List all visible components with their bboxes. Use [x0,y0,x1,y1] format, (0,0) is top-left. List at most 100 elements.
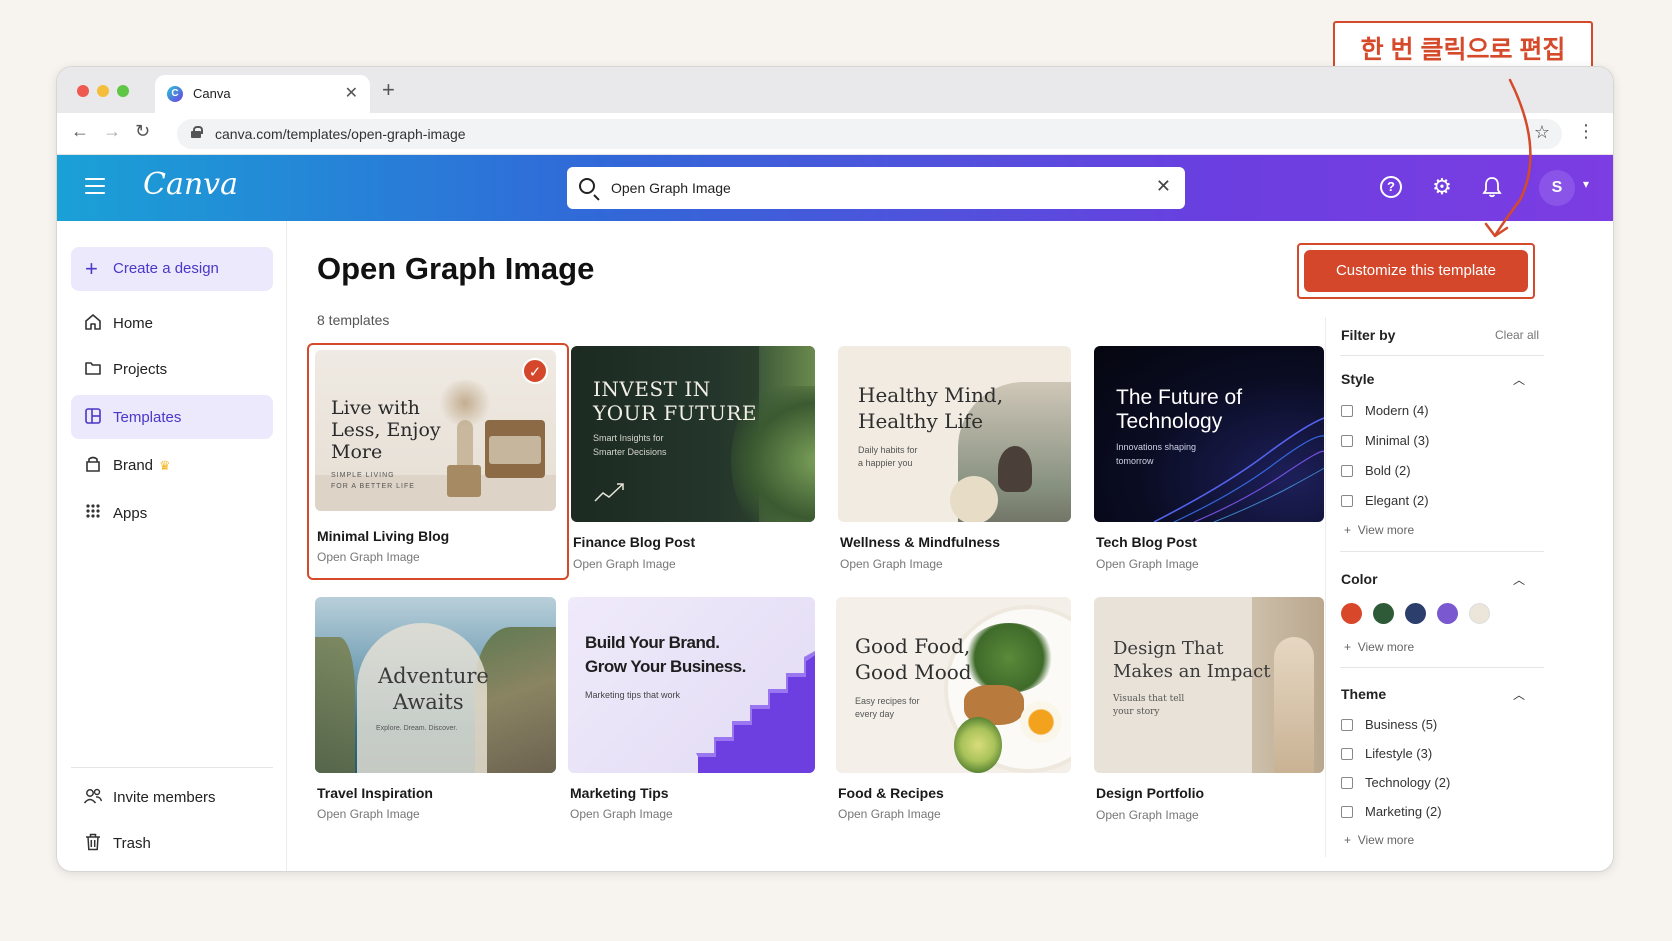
bookmark-star-icon[interactable]: ☆ [1534,122,1550,143]
template-thumbnail[interactable]: Adventure Awaits Explore. Dream. Discove… [315,597,556,773]
thumb-small-2: tomorrow [1116,456,1154,466]
filter-option-elegant[interactable]: Elegant (2) [1341,493,1429,508]
reload-icon[interactable]: ↻ [135,121,150,142]
chevron-up-icon[interactable]: ︿ [1513,571,1525,588]
filter-option-technology[interactable]: Technology (2) [1341,775,1450,790]
chevron-up-icon[interactable]: ︿ [1513,371,1525,388]
help-icon[interactable]: ? [1380,176,1402,198]
filter-option-label: Minimal (3) [1365,433,1430,448]
thumb-small-2: every day [855,709,895,719]
maximize-window-button[interactable] [117,85,129,97]
address-bar: ← → ↻ canva.com/templates/open-graph-ima… [57,113,1613,155]
search-bar[interactable]: Open Graph Image ✕ [567,167,1185,209]
template-thumbnail[interactable]: Design That Makes an Impact Visuals that… [1094,597,1324,773]
page-title: Open Graph Image [317,251,595,286]
template-thumbnail[interactable]: INVEST IN YOUR FUTURE Smart Insights for… [571,346,815,522]
thumb-line-1: Live with [331,397,420,419]
thumb-line-1: The Future of [1116,386,1243,409]
back-arrow-icon[interactable]: ← [71,121,89,142]
hamburger-menu-icon[interactable] [85,178,105,194]
filter-option-marketing[interactable]: Marketing (2) [1341,804,1442,819]
filter-option-modern[interactable]: Modern (4) [1341,403,1429,418]
template-thumbnail[interactable]: Build Your Brand. Grow Your Business. Ma… [568,597,815,773]
chevron-down-icon[interactable]: ▾ [1583,177,1589,191]
floor-shape [315,475,556,511]
color-swatch-cream[interactable] [1469,603,1490,624]
thumb-line-1: Good Food, [855,634,971,658]
filter-divider [1340,355,1544,356]
sidebar-item-apps[interactable]: Apps [71,491,273,535]
template-thumbnail[interactable]: Good Food, Good Mood Easy recipes for ev… [836,597,1071,773]
filter-option-business[interactable]: Business (5) [1341,717,1437,732]
browser-menu-icon[interactable]: ⋮ [1577,122,1595,140]
sidebar-item-brand[interactable]: Brand ♛ [71,443,273,487]
avocado-shape [954,717,1002,773]
template-thumbnail[interactable]: Healthy Mind, Healthy Life Daily habits … [838,346,1071,522]
checkbox[interactable] [1341,465,1353,477]
new-tab-icon[interactable]: + [382,77,395,103]
minimize-window-button[interactable] [97,85,109,97]
template-subtitle: Open Graph Image [573,557,676,571]
clear-all-link[interactable]: Clear all [1495,328,1539,342]
checkbox[interactable] [1341,405,1353,417]
template-thumbnail[interactable]: Live with Less, Enjoy More SIMPLE LIVING… [315,350,556,511]
filter-divider [1340,667,1544,668]
sidebar-item-label: Home [113,315,154,332]
trend-line-icon [594,483,624,502]
sidebar-item-trash[interactable]: Trash [71,821,273,865]
filter-option-lifestyle[interactable]: Lifestyle (3) [1341,746,1432,761]
create-design-button[interactable]: + Create a design [71,247,273,291]
canva-logo[interactable]: Canva [143,167,238,202]
tab-close-icon[interactable]: ✕ [345,83,358,103]
filter-option-label: Modern (4) [1365,403,1429,418]
filter-divider [1340,551,1544,552]
checkbox[interactable] [1341,748,1353,760]
template-thumbnail[interactable]: The Future of Technology Innovations sha… [1094,346,1324,522]
view-more-color-link[interactable]: + View more [1344,640,1414,654]
search-input[interactable]: Open Graph Image [611,180,731,196]
meditating-person-shape [998,446,1032,492]
color-swatch-purple[interactable] [1437,603,1458,624]
thumb-line-2: Technology [1116,410,1223,433]
sidebar: + Create a design Home Projects Template… [57,221,287,871]
filter-option-bold[interactable]: Bold (2) [1341,463,1411,478]
search-icon [579,178,595,194]
filter-option-minimal[interactable]: Minimal (3) [1341,433,1429,448]
thumb-line-1: Design That [1113,638,1224,659]
view-more-label: View more [1357,523,1415,537]
clear-search-icon[interactable]: ✕ [1156,176,1171,197]
view-more-style-link[interactable]: + View more [1344,523,1414,537]
sidebar-item-projects[interactable]: Projects [71,347,273,391]
template-title: Travel Inspiration [317,785,433,801]
filter-option-label: Lifestyle (3) [1365,746,1433,761]
sidebar-item-templates[interactable]: Templates [71,395,273,439]
close-window-button[interactable] [77,85,89,97]
color-swatch-green[interactable] [1373,603,1394,624]
url-field[interactable]: canva.com/templates/open-graph-image ☆ [177,119,1562,149]
template-subtitle: Open Graph Image [840,557,943,571]
color-swatch-navy[interactable] [1405,603,1426,624]
forward-arrow-icon[interactable]: → [103,121,121,142]
dried-plant-shape [437,380,493,426]
filter-section-theme[interactable]: Theme [1341,686,1386,702]
sidebar-item-invite-members[interactable]: Invite members [71,775,273,819]
gear-icon[interactable]: ⚙ [1431,176,1453,198]
sidebar-item-home[interactable]: Home [71,301,273,345]
checkbox[interactable] [1341,495,1353,507]
customize-template-button[interactable]: Customize this template [1304,250,1528,292]
browser-tab[interactable]: C Canva ✕ [155,75,370,113]
filter-section-color[interactable]: Color [1341,571,1378,587]
checkbox[interactable] [1341,806,1353,818]
checkbox[interactable] [1341,719,1353,731]
checkbox[interactable] [1341,435,1353,447]
sidebar-item-label: Projects [113,361,168,378]
color-swatch-red[interactable] [1341,603,1362,624]
user-avatar[interactable]: S [1539,170,1575,206]
chevron-up-icon[interactable]: ︿ [1513,686,1525,703]
filter-section-style[interactable]: Style [1341,371,1374,387]
checkbox[interactable] [1341,777,1353,789]
thumb-small-1: Daily habits for [858,445,918,455]
bell-icon[interactable] [1481,176,1503,198]
view-more-theme-link[interactable]: + View more [1344,833,1414,847]
main-content: Open Graph Image 8 templates Customize t… [287,221,1613,871]
